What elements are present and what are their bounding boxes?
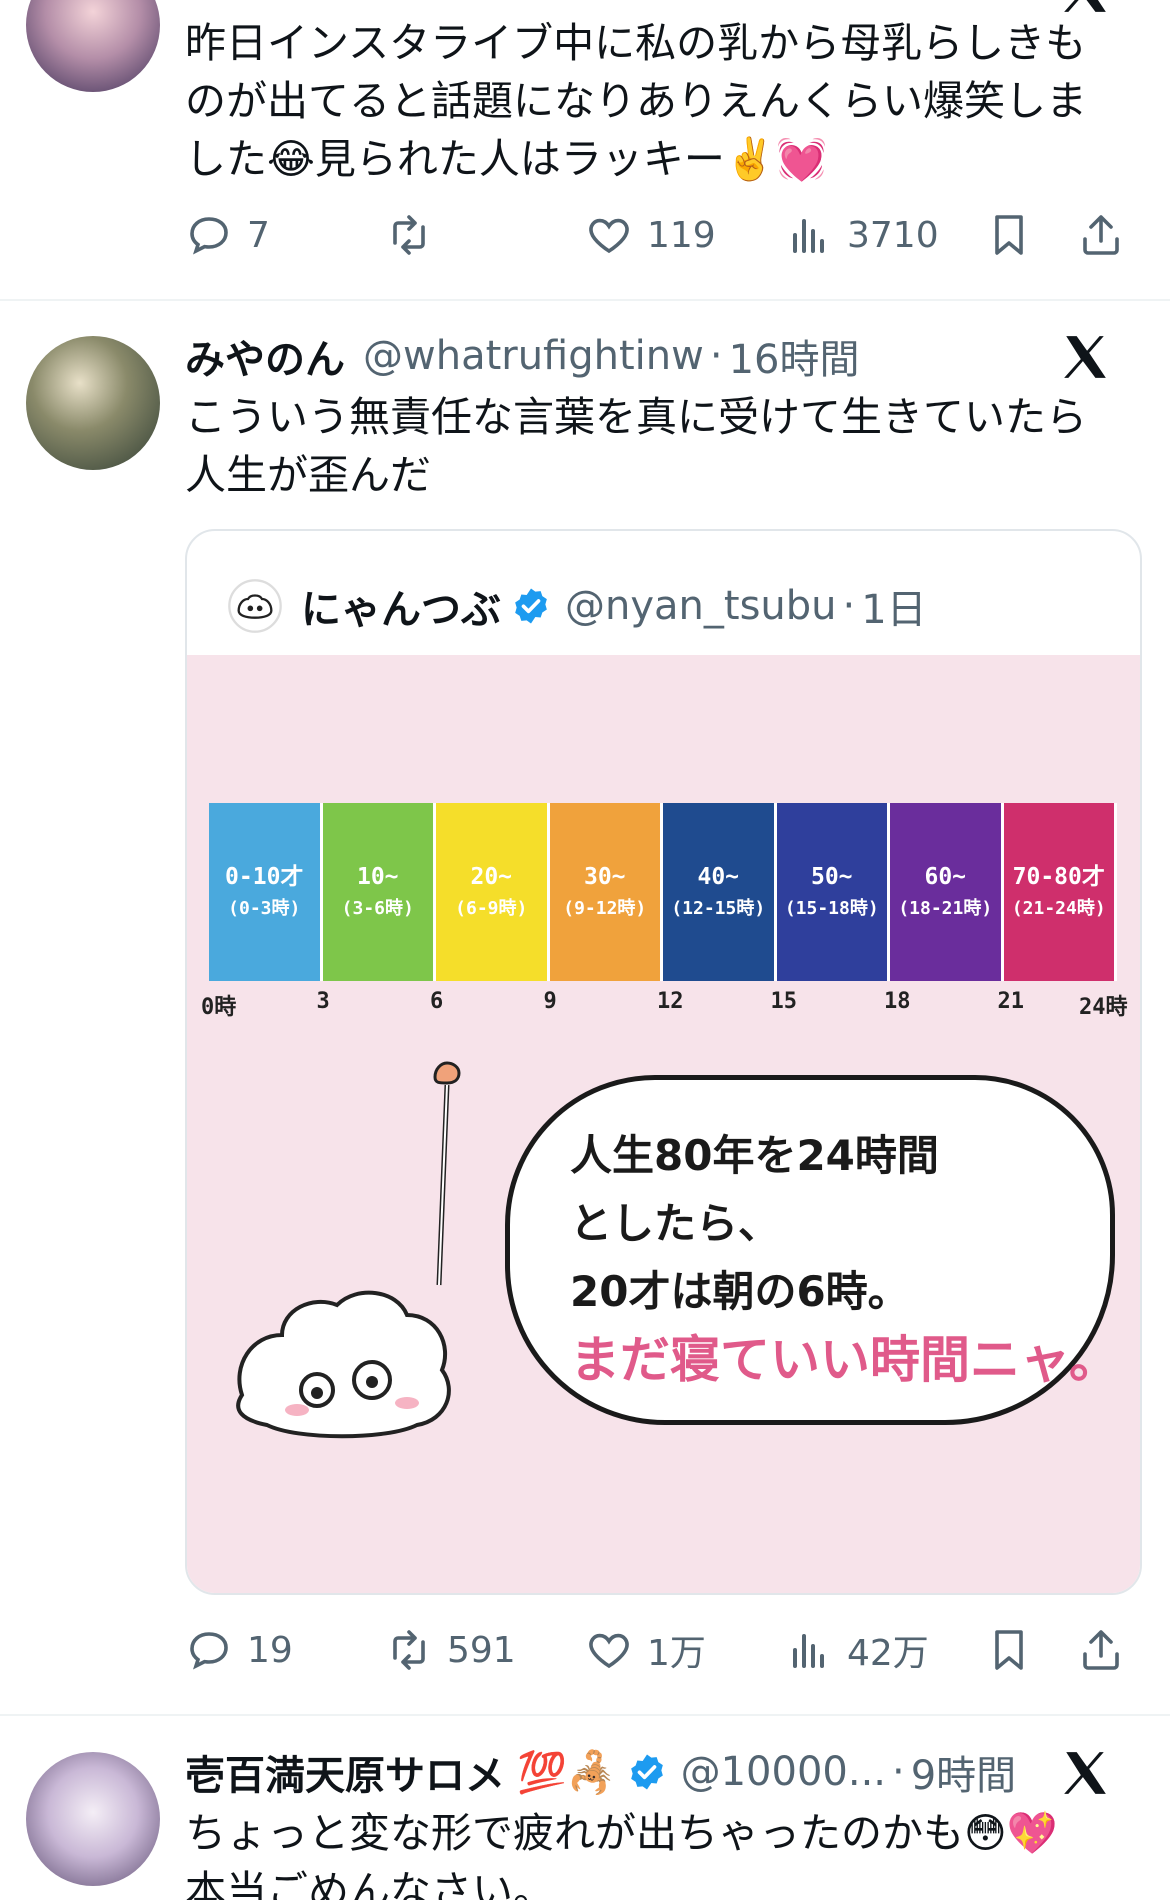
share-button[interactable] [1077, 1620, 1125, 1680]
name-emoji: 💯🦂 [517, 1749, 617, 1796]
age-band-label: 10~ [356, 864, 399, 890]
hour-tick-label: 12 [657, 989, 684, 1014]
timestamp[interactable]: 16時間 [729, 327, 860, 385]
hour-ticks: 0時 3 6 9 12 15 18 21 24時 [187, 989, 1140, 1029]
hour-tick-label: 0時 [201, 995, 237, 1020]
hour-tick-label: 9 [543, 989, 557, 1014]
separator-dot: · [842, 583, 856, 629]
bubble-line-4: まだ寝ていい時間ニャ。 [570, 1331, 1119, 1389]
retweet-count: 591 [447, 1629, 516, 1671]
hour-tick-label: 15 [770, 989, 798, 1014]
age-band-label: 0-10才 [225, 864, 304, 890]
display-name[interactable]: みやのん [185, 327, 345, 385]
quote-tweet[interactable]: にゃんつぶ @nyan_tsubu · 1日 0-10才 (0-3時) 10~ (3-… [185, 529, 1142, 1595]
age-band: 70-80才 (21-24時) [1003, 803, 1117, 981]
reply-button[interactable]: 19 [185, 1620, 293, 1680]
tweet-text: ちょっと変な形で疲れが出ちゃったのかも😳💖 本当ごめんなさい。 [185, 1809, 1058, 1900]
tweet-header: みやのん @whatrufightinw · 16時間 [185, 326, 859, 386]
speech-bubble-text: 人生80年を24時間 としたら、 20才は朝の6時。 まだ寝ていい時間ニャ。 [570, 1122, 1119, 1394]
quote-timestamp[interactable]: 1日 [861, 577, 926, 635]
cat-avatar-icon [228, 579, 282, 633]
age-band: 60~ (18-21時) [890, 803, 1004, 981]
user-handle[interactable]: @10000... [681, 1749, 886, 1795]
avatar[interactable] [26, 1752, 160, 1886]
cat-mascot-illustration [236, 1290, 451, 1439]
pointer-stick-illustration [433, 1061, 461, 1286]
age-band: 10~ (3-6時) [322, 803, 436, 981]
bubble-line-1: 人生80年を24時間 [570, 1131, 939, 1180]
hour-tick-label: 24時 [1079, 995, 1128, 1020]
user-handle[interactable]: @whatrufightinw [363, 333, 704, 379]
verified-badge-icon [630, 1754, 663, 1790]
like-button[interactable]: 1万 [585, 1620, 706, 1680]
like-count: 1万 [647, 1633, 706, 1674]
separator-dot: · [892, 1749, 905, 1795]
age-band-label: 60~ [924, 864, 967, 890]
age-band: 30~ (9-12時) [549, 803, 663, 981]
age-band-hours: (18-21時) [898, 898, 993, 919]
views-count: 42万 [847, 1633, 929, 1674]
hour-tick-label: 6 [430, 989, 444, 1014]
x-logo-icon [1064, 336, 1106, 378]
hour-tick-label: 3 [316, 989, 330, 1014]
hour-tick-label: 18 [884, 989, 911, 1014]
age-band-hours: (6-9時) [455, 898, 528, 919]
tweet-3[interactable]: 壱百満天原サロメ 💯🦂 @10000... · 9時間 ちょっと変な形で疲れが出… [0, 1716, 1170, 1900]
heart-icon [589, 1633, 629, 1669]
quote-display-name[interactable]: にゃんつぶ [301, 577, 501, 635]
age-band-label: 30~ [583, 864, 626, 890]
age-band-hours: (3-6時) [341, 898, 414, 919]
hour-tick-label: 21 [997, 989, 1025, 1014]
age-band-hours: (21-24時) [1011, 898, 1106, 919]
separator-dot: · [709, 333, 723, 379]
timestamp[interactable]: 9時間 [911, 1743, 1016, 1801]
age-band: 0-10才 (0-3時) [209, 803, 323, 981]
age-band: 50~ (15-18時) [776, 803, 890, 981]
age-band-label: 40~ [697, 864, 740, 890]
tweet-2[interactable]: みやのん @whatrufightinw · 16時間 こういう無責任な言葉を真… [0, 0, 1170, 1714]
age-band-hours: (0-3時) [228, 898, 301, 919]
age-band-hours: (9-12時) [563, 898, 647, 919]
speech-bubble: 人生80年を24時間 としたら、 20才は朝の6時。 まだ寝ていい時間ニャ。 [505, 1075, 1119, 1425]
age-band: 40~ (12-15時) [663, 803, 777, 981]
reply-count: 19 [247, 1629, 293, 1671]
x-logo-icon [1064, 1752, 1106, 1794]
age-band-hours: (12-15時) [671, 898, 766, 919]
share-icon [1083, 1630, 1119, 1670]
bookmark-icon [995, 1630, 1023, 1670]
bookmark-button[interactable] [985, 1620, 1033, 1680]
verified-badge-icon [515, 588, 547, 624]
age-band-row: 0-10才 (0-3時) 10~ (3-6時) 20~ (6-9時) 30~ (9-12時) 4… [209, 803, 1117, 981]
age-band-hours: (15-18時) [784, 898, 879, 919]
quote-user-handle[interactable]: @nyan_tsubu [565, 583, 837, 629]
tweet-header: 壱百満天原サロメ 💯🦂 @10000... · 9時間 [185, 1742, 1016, 1802]
age-band: 20~ (6-9時) [436, 803, 550, 981]
bubble-line-3: 20才は朝の6時。 [570, 1267, 910, 1316]
retweet-icon [393, 1630, 425, 1670]
quote-image[interactable]: 0-10才 (0-3時) 10~ (3-6時) 20~ (6-9時) 30~ (9-12時) 4… [187, 655, 1140, 1593]
age-band-label: 20~ [470, 864, 513, 890]
display-name[interactable]: 壱百満天原サロメ [185, 1743, 505, 1801]
tweet-text: こういう無責任な言葉を真に受けて生きていたら人生が歪んだ [185, 393, 1087, 499]
views-icon [793, 1634, 824, 1668]
quote-header: にゃんつぶ @nyan_tsubu · 1日 [227, 571, 927, 641]
age-band-label: 50~ [810, 864, 853, 890]
avatar[interactable] [26, 336, 160, 470]
bubble-line-2: としたら、 [570, 1199, 781, 1248]
reply-icon [190, 1632, 228, 1670]
views-button[interactable]: 42万 [785, 1620, 929, 1680]
retweet-button[interactable]: 591 [385, 1620, 516, 1680]
age-band-label: 70-80才 [1012, 864, 1105, 890]
tweet-actions: 19 591 1万 42万 [185, 1620, 1140, 1680]
